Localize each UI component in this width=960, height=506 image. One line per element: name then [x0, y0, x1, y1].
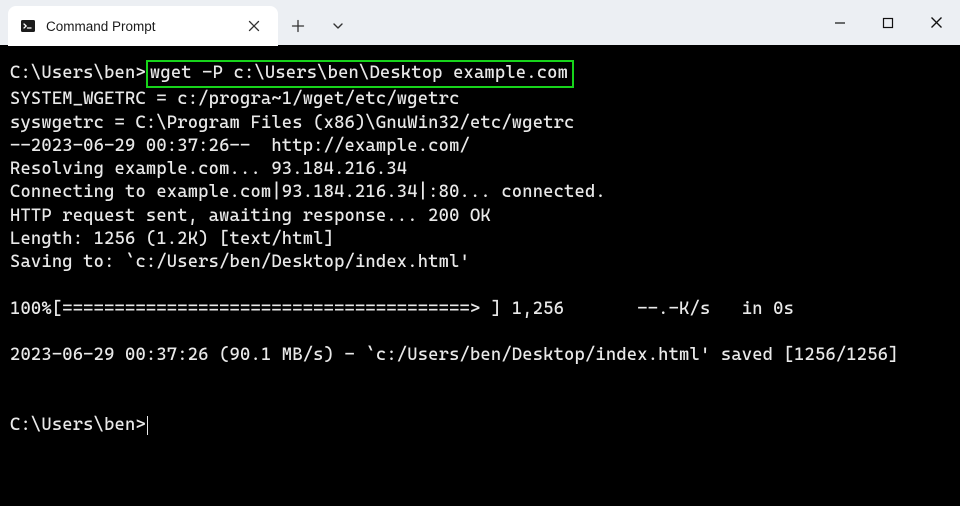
tab-close-button[interactable]: [240, 12, 268, 40]
output-line: --2023-06-29 00:37:26-- http://example.c…: [10, 136, 470, 156]
output-line: Connecting to example.com|93.184.216.34|…: [10, 182, 606, 202]
output-line: Resolving example.com... 93.184.216.34: [10, 159, 407, 179]
maximize-button[interactable]: [864, 0, 912, 45]
titlebar: Command Prompt: [0, 0, 960, 46]
prompt-path: C:\Users\ben>: [10, 63, 146, 83]
minimize-button[interactable]: [816, 0, 864, 45]
minimize-icon: [834, 17, 846, 29]
terminal-output[interactable]: C:\Users\ben>wget -P c:\Users\ben\Deskto…: [0, 46, 960, 447]
output-line: 2023-06-29 00:37:26 (90.1 MB/s) - `c:/Us…: [10, 345, 899, 365]
terminal-cursor: [147, 416, 149, 435]
new-tab-button[interactable]: [278, 6, 318, 45]
output-line: Length: 1256 (1.2K) [text/html]: [10, 229, 334, 249]
close-icon: [930, 16, 943, 29]
tab-title: Command Prompt: [46, 19, 230, 34]
output-line: HTTP request sent, awaiting response... …: [10, 206, 491, 226]
tab-command-prompt[interactable]: Command Prompt: [8, 6, 278, 46]
output-line: syswgetrc = C:\Program Files (x86)\GnuWi…: [10, 113, 575, 133]
titlebar-drag-region[interactable]: [358, 0, 816, 45]
highlighted-command: wget -P c:\Users\ben\Desktop example.com: [146, 60, 574, 88]
maximize-icon: [882, 17, 894, 29]
output-progress-line: 100%[===================================…: [10, 299, 794, 319]
output-line: Saving to: `c:/Users/ben/Desktop/index.h…: [10, 252, 470, 272]
terminal-icon: [20, 18, 36, 34]
output-line: SYSTEM_WGETRC = c:/progra~1/wget/etc/wge…: [10, 89, 460, 109]
tab-dropdown-button[interactable]: [318, 6, 358, 45]
chevron-down-icon: [331, 19, 345, 33]
prompt-path: C:\Users\ben>: [10, 415, 146, 435]
close-icon: [248, 20, 260, 32]
plus-icon: [291, 19, 305, 33]
window-controls: [816, 0, 960, 45]
window-close-button[interactable]: [912, 0, 960, 45]
